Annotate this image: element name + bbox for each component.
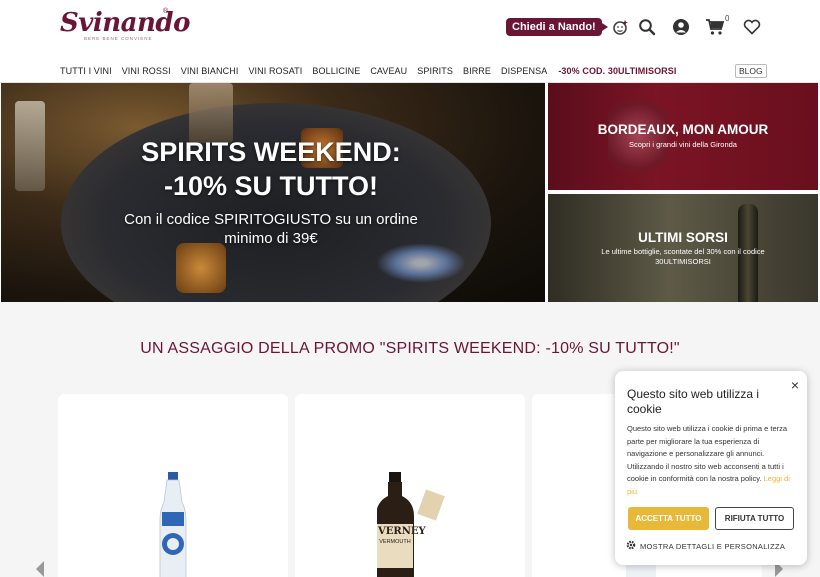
cookie-title: Questo sito web utilizza i cookie: [627, 387, 760, 416]
banner-ultimi-sorsi[interactable]: ULTIMI SORSI Le ultime bottiglie, sconta…: [548, 194, 818, 302]
cart-icon[interactable]: [705, 17, 725, 37]
nav-item-dispensa[interactable]: DISPENSA: [496, 66, 552, 76]
logo-registered-mark: ®: [163, 8, 169, 15]
sommelier-icon[interactable]: [610, 17, 630, 37]
tonic-bottle-image: [156, 472, 190, 577]
nav-item-birre[interactable]: BIRRE: [458, 66, 496, 76]
cookie-body: Questo sito web utilizza i cookie di pri…: [627, 423, 799, 498]
chat-with-nando-button[interactable]: Chiedi a Nando!: [506, 18, 608, 36]
accept-all-button[interactable]: ACCETTA TUTTO: [628, 507, 709, 530]
whiskey-glass-image: [176, 243, 226, 293]
account-icon[interactable]: [671, 17, 691, 37]
banner-bordeaux-subtitle: Scopri i grandi vini della Gironda: [629, 140, 737, 149]
nav-item-vini-rossi[interactable]: VINI ROSSI: [117, 66, 176, 76]
banner-bordeaux[interactable]: BORDEAUX, MON AMOUR Scopri i grandi vini…: [548, 83, 818, 190]
product-card[interactable]: VERNEY VERMOUTH: [295, 394, 525, 577]
hero-subtitle: Con il codice SPIRITOGIUSTO su un ordine…: [124, 211, 418, 247]
nav-item-vini-rosati[interactable]: VINI ROSATI: [243, 66, 307, 76]
svinando-logo[interactable]: Svinando ® BERE BENE CONVIENE: [60, 8, 190, 42]
hero-title-line2: -10% SU TUTTO!: [163, 171, 379, 201]
hero-title: SPIRITS WEEKEND: -10% SU TUTTO!: [81, 135, 461, 203]
heart-icon[interactable]: [742, 17, 762, 37]
blog-button[interactable]: BLOG: [735, 64, 767, 78]
close-icon[interactable]: ×: [791, 377, 799, 393]
promo-section-title: UN ASSAGGIO DELLA PROMO "SPIRITS WEEKEND…: [140, 340, 680, 357]
poker-chips-image: [376, 243, 466, 283]
site-header: Svinando ® BERE BENE CONVIENE Chiedi a N…: [0, 0, 820, 83]
verney-label-text: VERNEY: [378, 526, 426, 537]
gear-icon: [626, 540, 636, 552]
verney-label-subtext: VERMOUTH: [379, 539, 411, 545]
hero-banner-spirits-weekend[interactable]: SPIRITS WEEKEND: -10% SU TUTTO! Con il c…: [1, 83, 545, 302]
product-card[interactable]: [58, 394, 288, 577]
nav-item-promo[interactable]: -30% COD. 30ULTIMISORSI: [552, 66, 681, 76]
cart-count: 0: [725, 14, 730, 23]
banner-ultimi-sorsi-subtitle: Le ultime bottiglie, scontate del 30% co…: [601, 247, 765, 266]
hero-title-line1: SPIRITS WEEKEND:: [141, 137, 401, 167]
decanter-image: [189, 83, 233, 143]
banner-bordeaux-title: BORDEAUX, MON AMOUR: [597, 122, 769, 137]
logo-text: Svinando: [60, 8, 190, 38]
nav-item-tutti-i-vini[interactable]: TUTTI I VINI: [60, 66, 117, 76]
search-icon[interactable]: [637, 17, 657, 37]
champagne-glass-image: [15, 101, 45, 191]
nav-item-bollicine[interactable]: BOLLICINE: [307, 66, 365, 76]
nav-item-caveau[interactable]: CAVEAU: [365, 66, 412, 76]
carousel-prev-arrow-icon[interactable]: [33, 560, 47, 577]
nav-item-spirits[interactable]: SPIRITS: [412, 66, 458, 76]
reject-all-button[interactable]: RIFIUTA TUTTO: [715, 507, 794, 530]
cookie-consent-dialog: × Questo sito web utilizza i cookie Ques…: [615, 371, 807, 565]
logo-tagline: BERE BENE CONVIENE: [84, 36, 153, 41]
main-nav: TUTTI I VINI VINI ROSSI VINI BIANCHI VIN…: [60, 66, 681, 76]
verney-vermouth-bottle-image: VERNEY VERMOUTH: [376, 472, 449, 577]
show-details-button[interactable]: MOSTRA DETTAGLI E PERSONALIZZA: [626, 540, 785, 552]
show-details-label: MOSTRA DETTAGLI E PERSONALIZZA: [640, 541, 786, 551]
banner-ultimi-sorsi-title: ULTIMI SORSI: [638, 230, 728, 245]
nav-item-vini-bianchi[interactable]: VINI BIANCHI: [176, 66, 244, 76]
